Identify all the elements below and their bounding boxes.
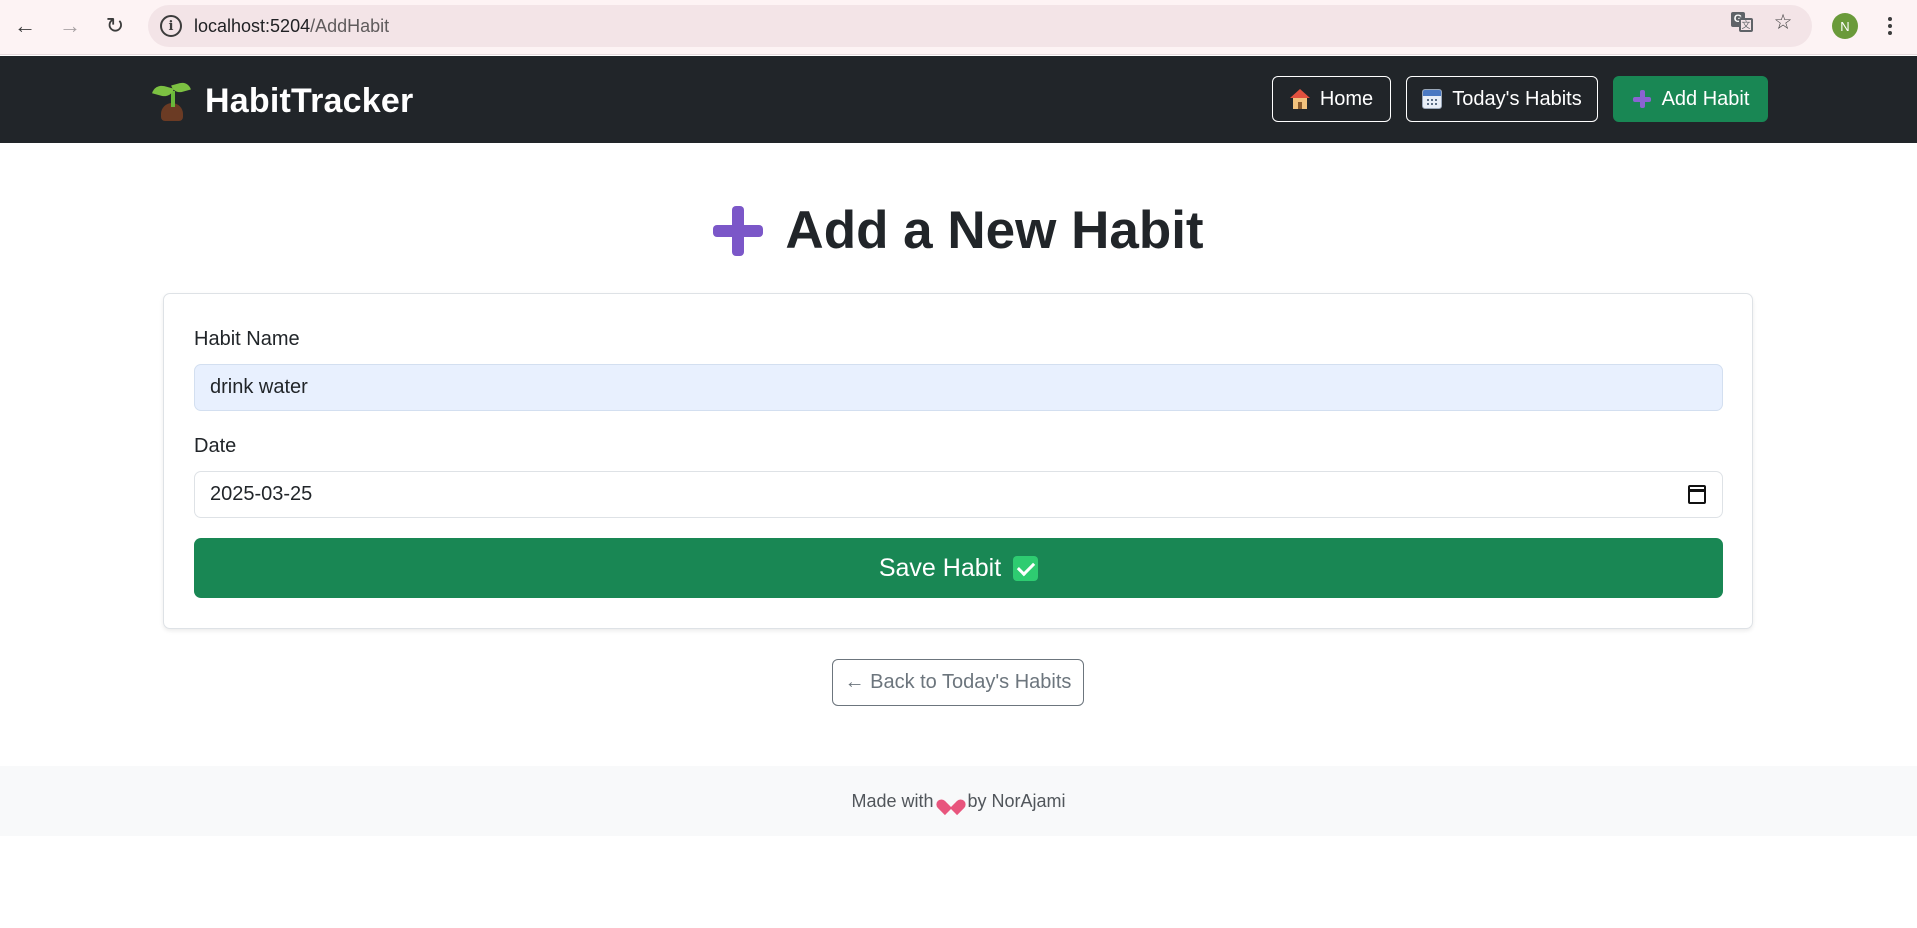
url-host: localhost:5204: [194, 16, 311, 36]
add-habit-form: Habit Name drink water Date 2025-03-25 S…: [163, 293, 1753, 629]
house-icon: [1289, 89, 1310, 109]
footer: Made with by NorAjami: [0, 766, 1917, 836]
back-icon[interactable]: ←: [10, 11, 40, 41]
page-title: Add a New Habit: [785, 201, 1204, 260]
habit-name-value: drink water: [210, 376, 308, 398]
reload-icon[interactable]: ↻: [100, 11, 130, 41]
star-icon[interactable]: ☆: [1771, 10, 1795, 34]
calendar-picker-icon[interactable]: [1688, 485, 1706, 504]
footer-author: by NorAjami: [967, 790, 1066, 811]
nav-todays-habits-label: Today's Habits: [1452, 87, 1582, 110]
save-habit-label: Save Habit: [878, 553, 1002, 582]
page-heading: Add a New Habit: [0, 200, 1917, 261]
footer-made-with: Made with: [851, 790, 934, 811]
plus-icon: [1632, 89, 1652, 109]
forward-icon[interactable]: →: [55, 11, 85, 41]
date-input[interactable]: 2025-03-25: [194, 471, 1723, 518]
browser-toolbar: ← → ↻ i localhost:5204/AddHabit G文 ☆ N: [0, 0, 1917, 55]
date-label: Date: [194, 435, 237, 457]
heart-icon: [942, 793, 960, 809]
back-label: ← Back to Today's Habits: [844, 671, 1072, 693]
nav-add-habit-button[interactable]: Add Habit: [1613, 76, 1768, 122]
menu-icon[interactable]: [1880, 11, 1900, 41]
back-to-todays-habits-button[interactable]: ← Back to Today's Habits: [832, 659, 1084, 706]
nav-todays-habits-button[interactable]: Today's Habits: [1406, 76, 1598, 122]
nav-home-button[interactable]: Home: [1272, 76, 1391, 122]
plus-icon: [713, 205, 764, 256]
translate-icon[interactable]: G文: [1730, 10, 1754, 34]
url-path: /AddHabit: [310, 16, 390, 36]
url-text[interactable]: localhost:5204/AddHabit: [194, 16, 389, 37]
habit-name-label: Habit Name: [194, 328, 300, 350]
save-habit-button[interactable]: Save Habit: [194, 538, 1723, 598]
site-info-icon[interactable]: i: [160, 15, 182, 37]
calendar-icon: [1422, 89, 1443, 109]
habit-name-input[interactable]: drink water: [194, 364, 1723, 411]
app-navbar: HabitTracker Home Today's Habits Add Hab…: [0, 56, 1917, 143]
date-value: 2025-03-25: [210, 483, 313, 505]
check-icon: [1013, 555, 1039, 581]
nav-add-habit-label: Add Habit: [1661, 87, 1750, 110]
address-bar[interactable]: i localhost:5204/AddHabit: [148, 5, 1812, 47]
nav-home-label: Home: [1319, 87, 1374, 110]
profile-avatar[interactable]: N: [1832, 13, 1858, 39]
